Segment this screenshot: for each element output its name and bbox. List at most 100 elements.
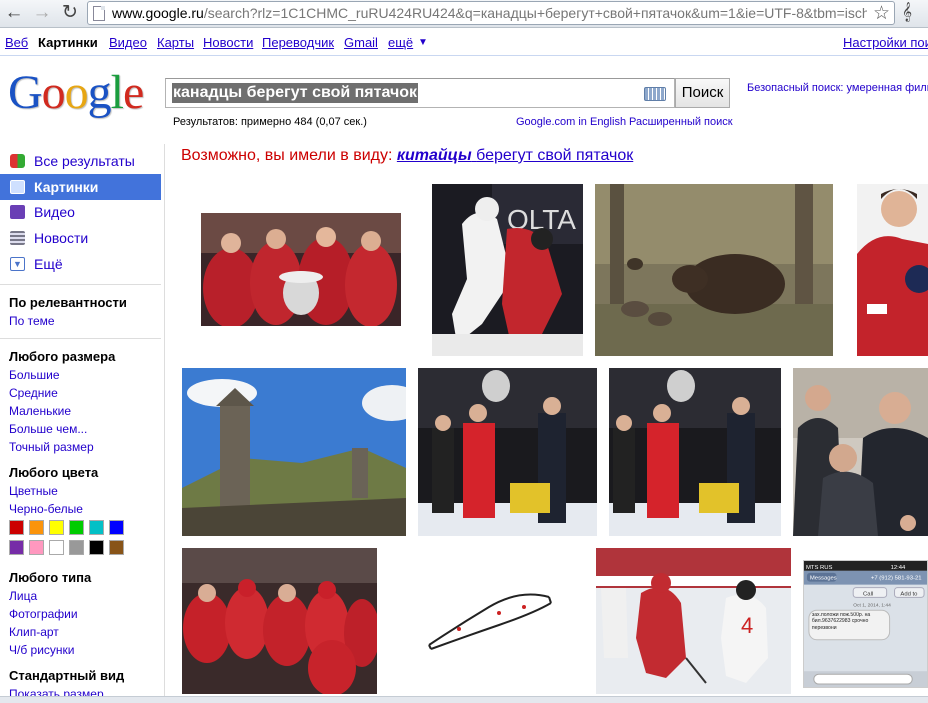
gbar-search-settings[interactable]: Настройки поиска [843,35,928,50]
search-input[interactable]: канадцы берегут свой пятачок [165,78,675,108]
suggestion-link[interactable]: китайцы берегут свой пятачок [397,147,633,164]
spelling-suggestion: Возможно, вы имели в виду: китайцы берег… [181,147,633,165]
search-button[interactable]: Поиск [675,78,730,108]
mode-all-results[interactable]: Все результаты [0,148,161,174]
type-clipart-link[interactable]: Клип-арт [9,625,59,639]
sms-date-text: Oct 1, 2014, 1:44 [853,602,891,608]
gbar-translate[interactable]: Переводчик [262,35,334,50]
color-swatch[interactable] [49,520,64,535]
google-com-english-link[interactable]: Google.com in English [516,116,626,128]
color-swatch[interactable] [69,520,84,535]
image-result-hockey-team-celebration[interactable] [182,548,377,694]
type-lineart-link[interactable]: Ч/б рисунки [9,643,75,657]
url-path: /search?rlz=1C1CHMC_ruRU424RU424&q=канад… [203,5,867,21]
gbar-maps[interactable]: Карты [157,35,194,50]
url-text[interactable]: www.google.ru/search?rlz=1C1CHMC_ruRU424… [112,5,867,21]
suggestion-prefix: Возможно, вы имели в виду: [181,147,393,164]
images-icon [10,180,25,194]
type-photos-link[interactable]: Фотографии [9,607,78,621]
mode-label: Видео [34,204,75,220]
gbar-video[interactable]: Видео [109,35,147,50]
suggestion-rest: берегут свой пятачок [476,147,634,164]
sms-add-button: Add to [900,591,918,597]
image-result-hockey-players-hug[interactable]: OLTA [432,184,583,356]
gbar-images: Картинки [38,35,98,50]
image-result-hockey-player-portrait[interactable] [857,184,928,356]
svg-text:4: 4 [741,613,753,638]
color-swatch[interactable] [9,520,24,535]
all-results-icon [10,154,25,168]
status-bar [0,696,928,703]
size-medium-link[interactable]: Средние [9,386,58,400]
color-swatch[interactable] [89,520,104,535]
color-swatch[interactable] [69,540,84,555]
bookmark-star-icon[interactable]: ☆ [873,2,890,25]
size-small-link[interactable]: Маленькие [9,404,71,418]
color-swatch[interactable] [9,540,24,555]
search-query-text[interactable]: канадцы берегут свой пятачок [172,83,419,103]
chevron-down-icon[interactable]: ▼ [418,37,428,48]
address-bar[interactable]: www.google.ru/search?rlz=1C1CHMC_ruRU424… [87,1,895,25]
size-larger-than-link[interactable]: Больше чем... [9,422,87,436]
color-swatch[interactable] [29,540,44,555]
gbar-gmail[interactable]: Gmail [344,35,378,50]
color-swatch[interactable] [109,520,124,535]
gbar-web[interactable]: Веб [5,35,28,50]
news-icon [10,231,25,245]
image-result-phone-sms-screenshot[interactable]: MTS RUS 12:44 Messages +7 (912) 581-93-2… [803,560,928,688]
mode-video[interactable]: Видео [0,199,161,225]
color-full-link[interactable]: Цветные [9,484,58,498]
mode-label: Все результаты [34,153,135,169]
size-heading: Любого размера [9,349,116,364]
keyboard-icon[interactable] [644,87,666,101]
result-stats: Результатов: примерно 484 (0,07 сек.) [173,116,367,128]
divider [0,284,161,285]
browser-toolbar: ← → ↻ www.google.ru/search?rlz=1C1CHMC_r… [0,0,928,28]
view-heading: Стандартный вид [9,668,125,683]
gbar-news[interactable]: Новости [203,35,253,50]
sms-messages-label: Messages [810,576,837,582]
size-large-link[interactable]: Большие [9,368,60,382]
image-result-wild-boar-painting[interactable] [595,184,833,356]
sort-relevance-heading: По релевантности [9,295,127,310]
sort-by-topic-link[interactable]: По теме [9,314,55,328]
mode-label: Картинки [34,179,99,195]
suggestion-corrected-word: китайцы [396,147,472,164]
mode-images[interactable]: Картинки [0,174,161,200]
forward-icon[interactable]: → [30,2,54,24]
back-icon[interactable]: ← [2,2,26,24]
gbar-more[interactable]: ещё [388,35,413,50]
page-icon [93,6,105,21]
reload-icon[interactable]: ↻ [58,2,82,24]
sms-call-button: Call [863,591,873,597]
type-heading: Любого типа [9,570,92,585]
advanced-search-link[interactable]: Расширенный поиск [629,116,733,128]
image-result-route-map[interactable] [419,585,559,657]
mode-more[interactable]: ▼ Ещё [0,251,161,277]
video-icon [10,205,25,219]
wrench-menu-icon[interactable]: 𝄞 [902,2,912,22]
size-exact-link[interactable]: Точный размер [9,440,94,454]
safe-search-link[interactable]: Безопасный поиск: умеренная фильтрация [747,82,928,94]
mode-news[interactable]: Новости [0,225,161,251]
left-sidebar: Все результаты Картинки Видео Новости ▼ … [0,144,165,703]
sms-carrier-text: MTS RUS [806,565,833,571]
mode-label: Ещё [34,256,63,272]
image-result-hockey-team-trophy[interactable] [201,213,401,326]
divider [0,338,161,339]
image-result-hockey-game-action[interactable]: 4 [596,548,791,694]
color-swatch[interactable] [109,540,124,555]
image-result-mountain-tower[interactable] [182,368,406,536]
google-logo[interactable]: Google [8,66,148,120]
color-heading: Любого цвета [9,465,99,480]
image-result-officials-handshake[interactable] [793,368,928,536]
color-bw-link[interactable]: Черно-белые [9,502,83,516]
type-faces-link[interactable]: Лица [9,589,37,603]
color-swatch[interactable] [89,540,104,555]
mode-label: Новости [34,230,89,246]
google-bar: Веб Картинки Видео Карты Новости Перевод… [0,29,928,56]
color-swatch[interactable] [49,540,64,555]
image-result-trophy-ceremony-2[interactable] [609,368,781,536]
color-swatch[interactable] [29,520,44,535]
image-result-trophy-ceremony-1[interactable] [418,368,597,536]
